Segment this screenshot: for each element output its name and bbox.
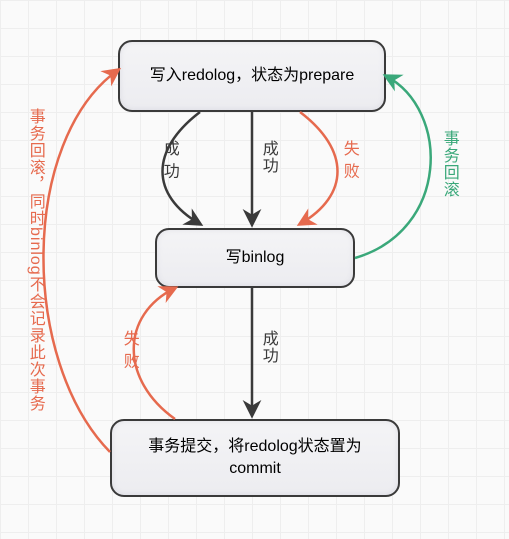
edge-n3-n1-rollback (43, 70, 118, 452)
node-binlog-label: 写binlog (226, 247, 285, 269)
label-fail-b: 失 败 (120, 330, 137, 369)
label-success-c: 成功 (259, 330, 276, 364)
label-success-a: 成 功 (160, 140, 177, 179)
label-success-b: 成功 (259, 140, 276, 174)
node-binlog: 写binlog (155, 228, 355, 288)
label-fail-a: 失 败 (340, 140, 357, 179)
node-prepare: 写入redolog，状态为prepare (118, 40, 386, 112)
node-prepare-label: 写入redolog，状态为prepare (150, 65, 355, 87)
node-commit: 事务提交，将redolog状态置为commit (110, 419, 400, 497)
label-rollback-left: 事务回滚，同时binlog不会记录此次事务 (26, 90, 43, 430)
edge-n1-n2-left (163, 112, 201, 224)
edge-n3-n2-fail (134, 288, 175, 419)
label-rollback-right: 事务回滚 (440, 130, 457, 198)
edge-n1-n2-fail (300, 112, 338, 224)
node-commit-label: 事务提交，将redolog状态置为commit (126, 436, 384, 481)
